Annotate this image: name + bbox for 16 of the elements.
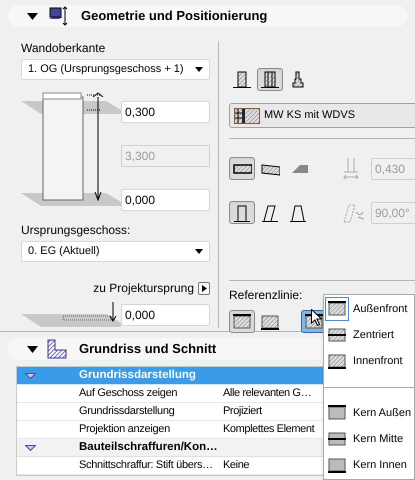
parameter-value: Alle relevanten G… bbox=[223, 386, 312, 402]
section-title: Grundriss und Schnitt bbox=[79, 340, 216, 358]
field-label: Ursprungsgeschoss: bbox=[21, 223, 132, 238]
parameter-name: Projektion anzeigen bbox=[79, 422, 171, 438]
parameter-value: Projiziert bbox=[223, 404, 262, 420]
origin-label: zu Projektursprung bbox=[93, 280, 194, 297]
parameter-value: Komplettes Element bbox=[223, 422, 314, 438]
parameter-value: Keine bbox=[223, 458, 250, 474]
parameter-name: Auf Geschoss zeigen bbox=[79, 386, 178, 402]
section-title: Geometrie und Positionierung bbox=[81, 7, 268, 26]
field-label: Wandoberkante bbox=[21, 41, 106, 56]
parameter-name: Schnittschraffur: Stift übers… bbox=[79, 458, 214, 474]
group-title: Grundrissdarstellung bbox=[79, 368, 196, 383]
field-label: Referenzlinie: bbox=[229, 287, 304, 304]
parameter-name: Grundrissdarstellung bbox=[79, 404, 176, 420]
group-title: Bauteilschraffuren/Kon… bbox=[79, 440, 218, 455]
